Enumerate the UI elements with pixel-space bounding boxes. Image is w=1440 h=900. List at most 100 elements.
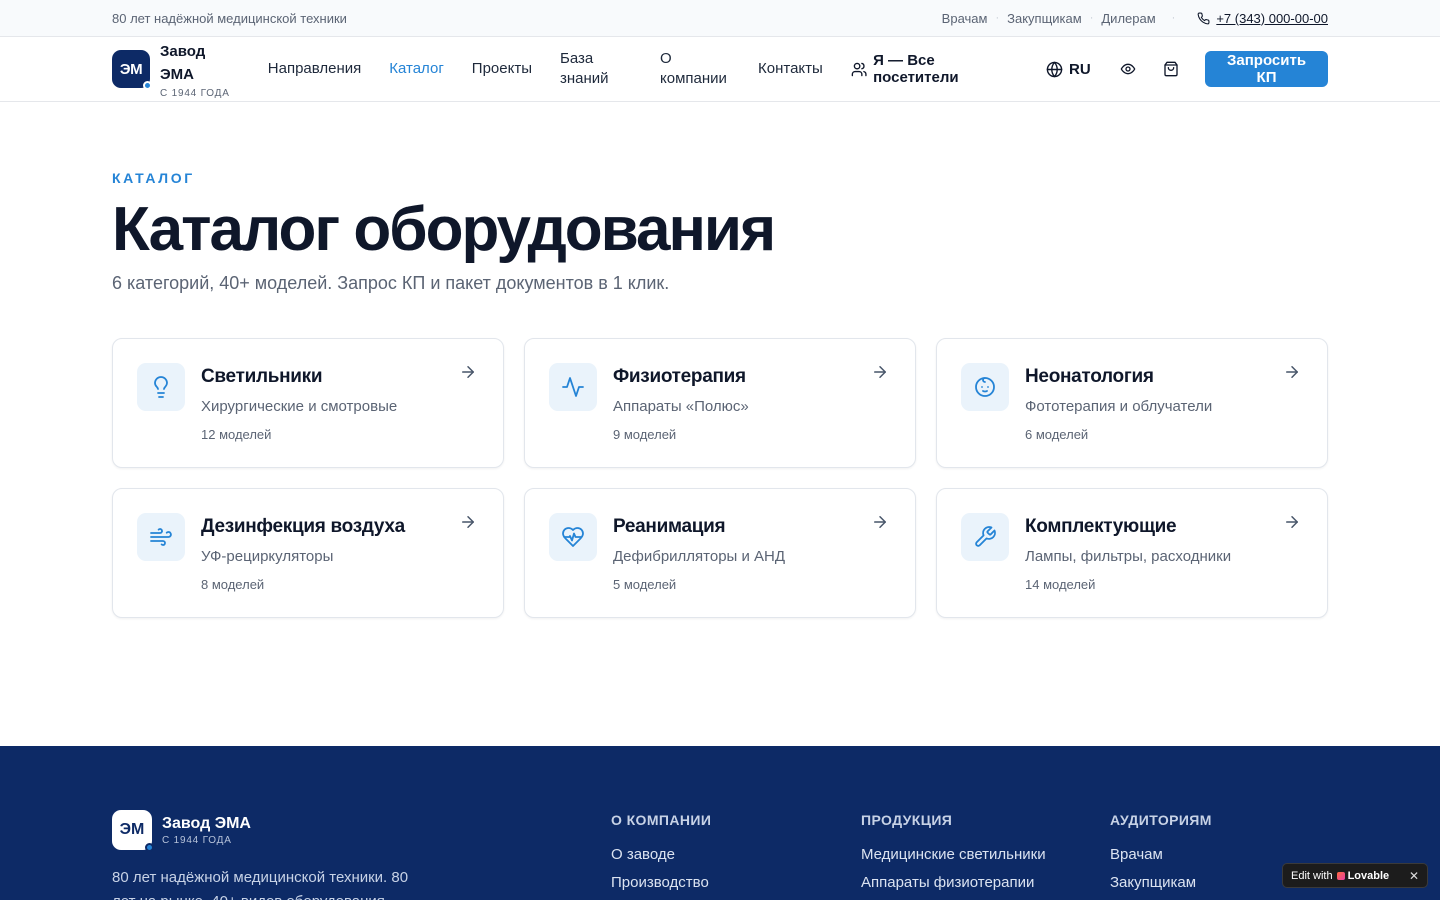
wrench-icon xyxy=(975,526,996,547)
arrow-right-icon xyxy=(1283,363,1303,383)
card-icon-box xyxy=(549,513,597,561)
card-count: 6 моделей xyxy=(1025,427,1089,442)
nav-about[interactable]: О компании xyxy=(660,49,730,89)
footer-link[interactable]: О заводе xyxy=(611,841,711,869)
category-card-components[interactable]: Комплектующие Лампы, фильтры, расходники… xyxy=(936,488,1328,618)
footer-logo-name: Завод ЭМА xyxy=(162,814,251,832)
card-description: Дефибрилляторы и АНД xyxy=(613,548,786,565)
nav-knowledge-base[interactable]: База знаний xyxy=(560,49,632,89)
category-card-air-disinfection[interactable]: Дезинфекция воздуха УФ-рециркуляторы 8 м… xyxy=(112,488,504,618)
card-icon-box xyxy=(549,363,597,411)
footer-logo[interactable]: ЭМ Завод ЭМА С 1944 ГОДА xyxy=(112,810,251,852)
arrow-right-icon xyxy=(459,513,479,533)
badge-brand-text: Lovable xyxy=(1347,869,1390,882)
top-bar: 80 лет надёжной медицинской техники Врач… xyxy=(0,0,1440,37)
users-icon xyxy=(851,62,867,76)
footer-column-audiences: АУДИТОРИЯМ Врачам Закупщикам xyxy=(1110,812,1212,897)
footer-description: 80 лет надёжной медицинской техники. 80 … xyxy=(112,869,409,900)
nav-projects[interactable]: Проекты xyxy=(472,59,532,79)
page-title: Каталог оборудования xyxy=(112,195,776,264)
arrow-right-icon xyxy=(871,363,891,383)
card-description: Аппараты «Полюс» xyxy=(613,398,749,415)
footer-logo-text: Завод ЭМА С 1944 ГОДА xyxy=(162,815,251,846)
footer-link[interactable]: Производство xyxy=(611,869,711,897)
logo-dot xyxy=(143,81,152,90)
footer-column-title: ПРОДУКЦИЯ xyxy=(861,812,953,828)
card-count: 14 моделей xyxy=(1025,577,1096,592)
card-icon-box xyxy=(961,513,1009,561)
badge-brand: Lovable xyxy=(1336,869,1390,882)
nav-contacts[interactable]: Контакты xyxy=(758,59,823,79)
footer-logo-mark: ЭМ xyxy=(112,810,154,852)
category-card-neonatology[interactable]: Неонатология Фототерапия и облучатели 6 … xyxy=(936,338,1328,468)
close-icon[interactable]: ✕ xyxy=(1409,869,1419,883)
language-selector[interactable]: RU xyxy=(1046,61,1091,78)
baby-icon xyxy=(975,377,995,397)
card-count: 8 моделей xyxy=(201,577,265,592)
request-quote-button[interactable]: Запросить КП xyxy=(1205,51,1328,87)
wind-icon xyxy=(150,528,172,546)
separator: · xyxy=(995,12,1000,24)
arrow-right-icon xyxy=(871,513,891,533)
footer-column-products: ПРОДУКЦИЯ Медицинские светильники Аппара… xyxy=(861,812,1046,897)
footer-link[interactable]: Врачам xyxy=(1110,841,1212,869)
logo-text: Завод ЭМА С 1944 ГОДА xyxy=(160,40,230,99)
activity-icon xyxy=(562,377,584,397)
category-card-physiotherapy[interactable]: Физиотерапия Аппараты «Полюс» 9 моделей xyxy=(524,338,916,468)
main-header: ЭМ Завод ЭМА С 1944 ГОДА Направления Кат… xyxy=(0,37,1440,102)
header-actions: Я — Все посетители RU Запросить КП xyxy=(851,51,1328,87)
cart-button[interactable] xyxy=(1162,59,1181,79)
footer-column-company: О КОМПАНИИ О заводе Производство xyxy=(611,812,711,897)
card-description: Лампы, фильтры, расходники xyxy=(1025,548,1232,565)
page-subtitle: 6 категорий, 40+ моделей. Запрос КП и па… xyxy=(112,273,670,293)
footer-logo-mark-text: ЭМ xyxy=(119,821,145,838)
card-icon-box xyxy=(137,363,185,411)
footer-column-title: АУДИТОРИЯМ xyxy=(1110,812,1212,828)
footer-link[interactable]: Аппараты физиотерапии xyxy=(861,869,1046,897)
tagline: 80 лет надёжной медицинской техники xyxy=(112,10,347,26)
card-description: УФ-рециркуляторы xyxy=(201,548,334,565)
top-links: Врачам · Закупщикам · Дилерам · +7 (343)… xyxy=(942,11,1328,26)
logo[interactable]: ЭМ Завод ЭМА С 1944 ГОДА xyxy=(112,40,268,99)
phone-number: +7 (343) 000-00-00 xyxy=(1216,10,1328,26)
footer-link[interactable]: Медицинские светильники xyxy=(861,841,1046,869)
category-card-lamps[interactable]: Светильники Хирургические и смотровые 12… xyxy=(112,338,504,468)
main-nav: Направления Каталог Проекты База знаний … xyxy=(268,49,851,89)
card-description: Фототерапия и облучатели xyxy=(1025,398,1213,415)
card-count: 12 моделей xyxy=(201,427,272,442)
eyebrow: КАТАЛОГ xyxy=(112,170,195,186)
nav-catalog[interactable]: Каталог xyxy=(389,59,444,79)
card-title: Дезинфекция воздуха xyxy=(201,516,405,537)
top-link-buyers[interactable]: Закупщикам xyxy=(1007,11,1082,26)
footer-link[interactable]: Закупщикам xyxy=(1110,869,1212,897)
footer: ЭМ Завод ЭМА С 1944 ГОДА 80 лет надёжной… xyxy=(0,746,1440,900)
arrow-right-icon xyxy=(1283,513,1303,533)
lightbulb-icon xyxy=(154,376,168,398)
phone-link[interactable]: +7 (343) 000-00-00 xyxy=(1197,11,1328,26)
card-icon-box xyxy=(137,513,185,561)
top-link-dealers[interactable]: Дилерам xyxy=(1101,11,1155,26)
separator: · xyxy=(1089,12,1094,24)
audience-selector[interactable]: Я — Все посетители xyxy=(851,52,1018,86)
top-link-doctors[interactable]: Врачам xyxy=(942,11,988,26)
nav-directions[interactable]: Направления xyxy=(268,59,362,79)
edit-with-lovable-badge[interactable]: Edit with Lovable ✕ xyxy=(1282,863,1428,888)
logo-since: С 1944 ГОДА xyxy=(160,87,230,99)
audience-label: Я — Все посетители xyxy=(873,52,959,86)
footer-column-title: О КОМПАНИИ xyxy=(611,812,712,828)
logo-name: Завод ЭМА xyxy=(160,42,206,83)
badge-prefix: Edit with xyxy=(1291,869,1333,882)
eye-icon xyxy=(1120,63,1136,75)
shopping-bag-icon xyxy=(1164,61,1179,77)
card-title: Комплектующие xyxy=(1025,516,1177,537)
language-label: RU xyxy=(1069,60,1091,78)
arrow-right-icon xyxy=(459,363,479,383)
separator: · xyxy=(1171,12,1176,24)
phone-icon xyxy=(1197,12,1210,24)
card-count: 9 моделей xyxy=(613,427,677,442)
logo-dot xyxy=(145,843,154,852)
accessibility-button[interactable] xyxy=(1119,59,1138,79)
card-description: Хирургические и смотровые xyxy=(201,398,398,415)
logo-mark: ЭМ xyxy=(112,50,152,90)
category-card-resuscitation[interactable]: Реанимация Дефибрилляторы и АНД 5 моделе… xyxy=(524,488,916,618)
